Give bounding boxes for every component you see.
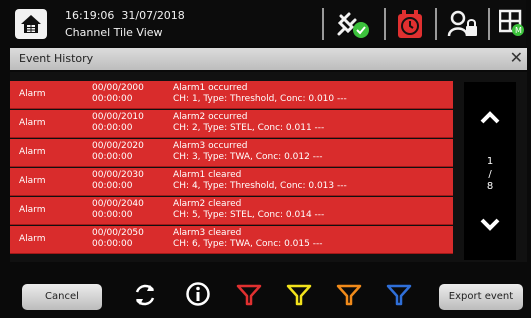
power-status-button[interactable] [335, 8, 375, 44]
event-date: 00/00/2000 [92, 83, 144, 93]
screen: 16:19:06 31/07/2018 Channel Tile View M … [0, 0, 531, 318]
event-row[interactable]: Alarm 00/00/2000 00:00:00 Alarm1 occurred… [10, 81, 453, 109]
event-detail: CH: 3, Type: TWA, Conc: 0.012 --- [173, 152, 323, 162]
event-time: 00:00:00 [92, 239, 133, 249]
event-type: Alarm [19, 147, 46, 157]
event-detail: CH: 4, Type: Threshold, Conc: 0.013 --- [173, 181, 347, 191]
event-datetime: 00/00/2050 00:00:00 [92, 228, 144, 250]
event-row[interactable]: Alarm 00/00/2020 00:00:00 Alarm3 occurred… [10, 139, 453, 167]
filter-icon[interactable] [286, 283, 312, 307]
datetime-display: 16:19:06 31/07/2018 [65, 9, 185, 22]
top-bar: 16:19:06 31/07/2018 Channel Tile View M [10, 0, 526, 46]
event-message: Alarm1 cleared CH: 4, Type: Threshold, Co… [173, 170, 347, 192]
event-time: 00:00:00 [92, 152, 133, 162]
event-date: 00/00/2050 [92, 228, 144, 238]
event-datetime: 00/00/2000 00:00:00 [92, 83, 144, 105]
event-row[interactable]: Alarm 00/00/2040 00:00:00 Alarm2 cleared C… [10, 197, 453, 225]
event-message: Alarm3 cleared CH: 6, Type: TWA, Conc: 0.… [173, 228, 322, 250]
user-login-button[interactable] [447, 8, 481, 44]
dialog-title-bar: Event History ✕ [10, 48, 527, 70]
event-time: 00:00:00 [92, 210, 133, 220]
view-name: Channel Tile View [65, 26, 163, 39]
event-row[interactable]: Alarm 00/00/2030 00:00:00 Alarm1 cleared C… [10, 168, 453, 196]
event-type: Alarm [19, 118, 46, 128]
event-detail: CH: 6, Type: TWA, Conc: 0.015 --- [173, 239, 323, 249]
page-total: 8 [486, 181, 494, 192]
event-title: Alarm1 cleared [173, 170, 242, 180]
home-icon [21, 15, 41, 33]
filter-icon[interactable] [336, 283, 362, 307]
event-title: Alarm3 cleared [173, 228, 242, 238]
cancel-button[interactable]: Cancel [22, 284, 102, 310]
close-icon[interactable]: ✕ [510, 49, 523, 67]
event-detail: CH: 5, Type: STEL, Conc: 0.014 --- [173, 210, 325, 220]
event-date: 00/00/2020 [92, 141, 144, 151]
divider [322, 8, 324, 40]
event-message: Alarm1 occurred CH: 1, Type: Threshold, C… [173, 83, 347, 105]
page-current: 1 [486, 156, 494, 167]
export-event-button[interactable]: Export event [439, 284, 523, 310]
power-plug-icon [337, 12, 369, 38]
event-date: 00/00/2040 [92, 199, 144, 209]
event-message: Alarm2 occurred CH: 2, Type: STEL, Conc: … [173, 112, 324, 134]
check-badge-icon [353, 22, 369, 38]
event-date: 00/00/2030 [92, 170, 144, 180]
filter-icon[interactable] [386, 283, 412, 307]
refresh-icon[interactable] [131, 280, 159, 310]
event-type: Alarm [19, 205, 46, 215]
alarm-clock-icon [398, 10, 422, 38]
event-detail: CH: 1, Type: Threshold, Conc: 0.010 --- [173, 94, 347, 104]
event-detail: CH: 2, Type: STEL, Conc: 0.011 --- [173, 123, 325, 133]
event-title: Alarm2 cleared [173, 199, 242, 209]
event-datetime: 00/00/2010 00:00:00 [92, 112, 144, 134]
event-type: Alarm [19, 89, 46, 99]
event-message: Alarm3 occurred CH: 3, Type: TWA, Conc: 0… [173, 141, 322, 163]
event-row[interactable]: Alarm 00/00/2010 00:00:00 Alarm2 occurred… [10, 110, 453, 138]
svg-text:M: M [515, 26, 522, 35]
dialog-title: Event History [19, 52, 94, 65]
menu-button[interactable]: M [498, 8, 525, 44]
event-time: 00:00:00 [92, 123, 133, 133]
clock-date: 31/07/2018 [121, 9, 185, 22]
event-time: 00:00:00 [92, 181, 133, 191]
user-lock-icon [447, 10, 477, 37]
event-datetime: 00/00/2030 00:00:00 [92, 170, 144, 192]
event-time: 00:00:00 [92, 94, 133, 104]
event-message: Alarm2 cleared CH: 5, Type: STEL, Conc: 0… [173, 199, 324, 221]
divider [384, 8, 386, 40]
info-icon[interactable] [185, 281, 211, 307]
divider [488, 8, 490, 40]
event-datetime: 00/00/2020 00:00:00 [92, 141, 144, 163]
filter-icon[interactable] [236, 283, 262, 307]
event-datetime: 00/00/2040 00:00:00 [92, 199, 144, 221]
home-button[interactable] [15, 9, 47, 39]
grid-menu-icon: M [498, 9, 524, 36]
chevron-down-icon[interactable] [480, 218, 500, 232]
event-title: Alarm2 occurred [173, 112, 248, 122]
pagination-panel: 1 / 8 [464, 82, 516, 260]
event-title: Alarm1 occurred [173, 83, 248, 93]
event-type: Alarm [19, 176, 46, 186]
page-separator: / [488, 169, 492, 180]
divider [435, 8, 437, 40]
event-row[interactable]: Alarm 00/00/2050 00:00:00 Alarm3 cleared C… [10, 226, 453, 254]
chevron-up-icon[interactable] [480, 110, 500, 124]
alarm-clock-button[interactable] [395, 8, 425, 44]
event-title: Alarm3 occurred [173, 141, 248, 151]
clock-time: 16:19:06 [65, 9, 115, 22]
event-date: 00/00/2010 [92, 112, 144, 122]
event-type: Alarm [19, 234, 46, 244]
